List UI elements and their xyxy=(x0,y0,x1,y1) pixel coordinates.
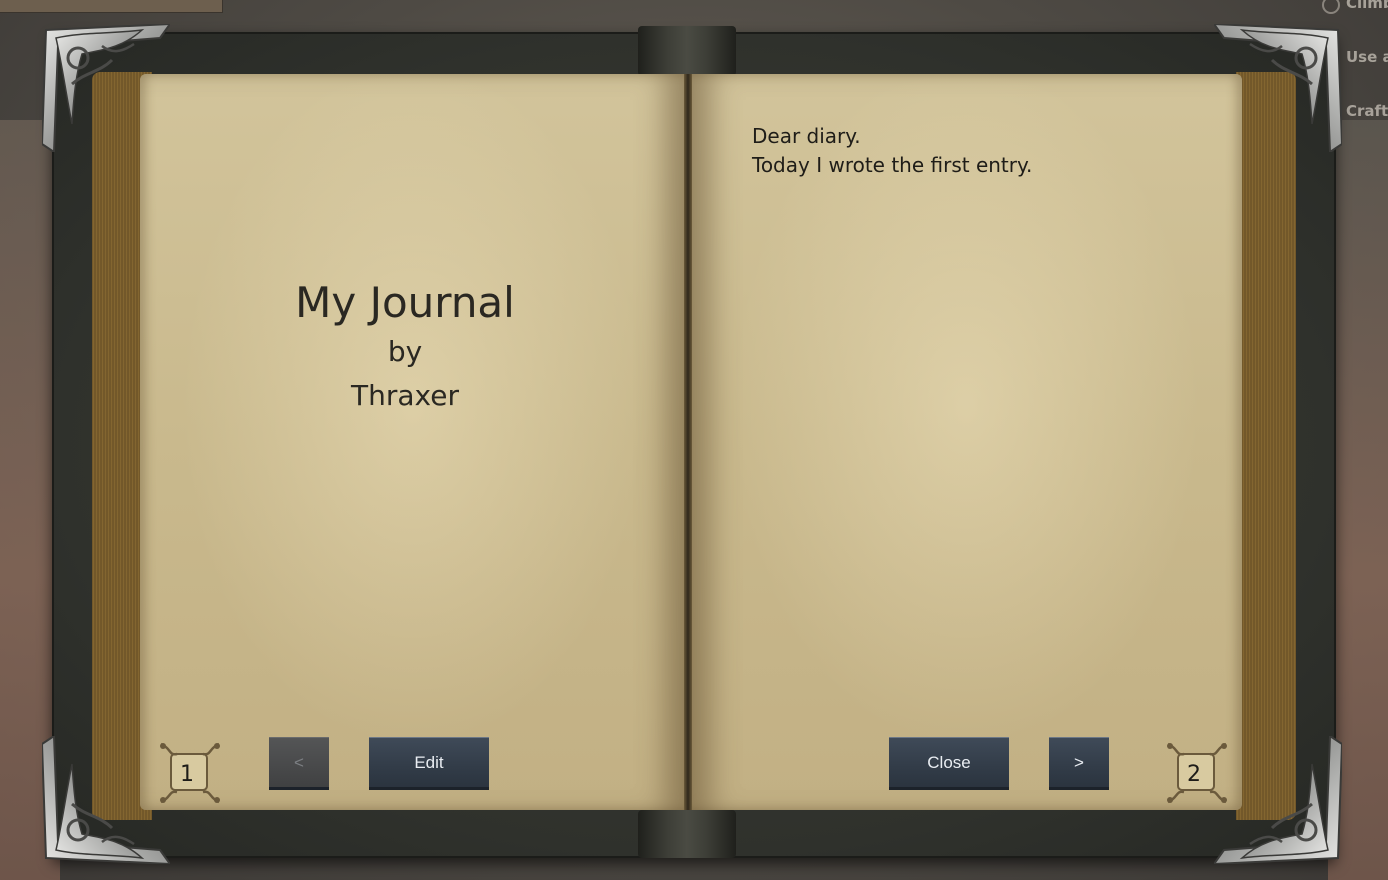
hint-use: Use a xyxy=(1346,48,1388,66)
ornate-corner-top-right-icon xyxy=(1214,24,1342,152)
journal-author: Thraxer xyxy=(351,379,459,412)
journal-title: My Journal xyxy=(295,278,515,327)
close-button[interactable]: Close xyxy=(889,737,1009,790)
page-number-right-text: 2 xyxy=(1187,761,1201,787)
right-page xyxy=(690,74,1242,810)
page-edges-right xyxy=(1236,72,1296,820)
journal-by-label: by xyxy=(387,335,423,368)
journal-entry-text: Dear diary. Today I wrote the first entr… xyxy=(752,122,1212,180)
entry-line: Dear diary. xyxy=(752,124,861,148)
page-number-left-text: 1 xyxy=(180,761,194,787)
journal-title-block: My Journal by Thraxer xyxy=(240,276,570,418)
ornate-corner-bottom-right-icon xyxy=(1214,736,1342,864)
climb-hint-icon xyxy=(1322,0,1340,14)
page-number-left: 1 xyxy=(157,740,223,806)
ornate-corner-top-left-icon xyxy=(42,24,170,152)
ornate-corner-bottom-left-icon xyxy=(42,736,170,864)
hint-climb: Climb xyxy=(1346,0,1388,12)
entry-line: Today I wrote the first entry. xyxy=(752,153,1033,177)
left-page xyxy=(140,74,686,810)
next-page-button[interactable]: > xyxy=(1049,737,1109,790)
background-top-bar xyxy=(0,0,223,13)
book-spine-top xyxy=(638,26,736,76)
book-gutter xyxy=(684,74,692,810)
previous-page-button[interactable]: < xyxy=(269,737,329,790)
hint-craft: Craft xyxy=(1346,102,1388,120)
book-spine-bottom xyxy=(638,810,736,858)
page-number-right: 2 xyxy=(1164,740,1230,806)
edit-button[interactable]: Edit xyxy=(369,737,489,790)
